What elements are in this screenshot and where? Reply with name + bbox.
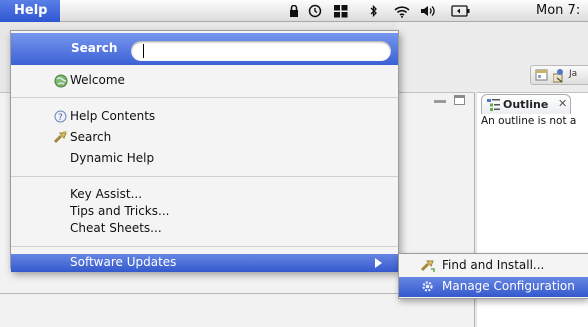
find-install-icon [420,259,435,275]
menu-item-help-contents[interactable]: ? Help Contents [11,108,398,126]
menu-bar: Help Mon 7: [0,0,588,22]
help-circle-icon: ? [54,110,67,126]
menu-item-label: Welcome [70,73,125,87]
close-icon[interactable]: ✕ [558,97,567,110]
tab-outline[interactable]: Outline ✕ [481,94,571,114]
text-caret [143,44,144,58]
submenu-item-manage-configuration[interactable]: Manage Configuration [399,277,588,297]
perspective-label: Ja [569,69,578,79]
perspective-switcher[interactable]: Ja [530,65,588,85]
minimize-icon[interactable] [434,100,446,103]
menu-separator [11,246,398,247]
submenu-item-find-and-install[interactable]: Find and Install... [399,256,588,276]
help-menu-dropdown: Search Welcome ? Help Contents Search Dy… [10,30,399,272]
menu-item-cheat-sheets[interactable]: Cheat Sheets... [11,220,398,238]
menu-item-label: Help Contents [70,109,156,123]
help-search-bar: Search [11,33,398,65]
wifi-icon[interactable] [393,0,411,22]
submenu-item-label: Manage Configuration [442,279,575,293]
menu-item-label: Search [70,130,112,144]
outline-tab-label: Outline [503,98,549,111]
menu-separator [11,176,398,177]
editor-window-controls [434,95,474,109]
search-flashlight-icon [53,130,68,147]
outline-message: An outline is not a [481,115,577,127]
battery-icon[interactable] [450,0,472,22]
volume-icon[interactable] [420,0,436,22]
menu-item-key-assist[interactable]: Key Assist... [11,186,398,204]
software-updates-submenu: Find and Install... Manage Configuration [398,253,588,299]
divider [0,293,400,294]
menu-item-label: Key Assist... [70,187,143,201]
search-input[interactable] [145,44,375,58]
lock-icon[interactable] [287,0,301,22]
menu-item-tips-and-tricks[interactable]: Tips and Tricks... [11,203,398,221]
menu-separator [11,97,398,98]
search-field-container[interactable] [131,41,391,61]
help-menu-title[interactable]: Help [0,0,60,22]
submenu-item-label: Find and Install... [442,258,545,272]
menu-item-label: Cheat Sheets... [70,221,162,235]
menu-item-label: Tips and Tricks... [70,204,170,218]
outline-icon [487,99,500,114]
search-label: Search [71,41,118,55]
gear-icon [421,280,434,296]
welcome-globe-icon [54,74,68,91]
menu-item-software-updates[interactable]: Software Updates [11,254,398,272]
menu-item-search[interactable]: Search [11,129,398,147]
spaces-icon[interactable] [333,0,349,22]
menu-item-label: Software Updates [70,255,177,269]
submenu-arrow-icon [375,258,382,268]
bluetooth-icon[interactable] [368,0,380,22]
menu-item-label: Dynamic Help [70,151,155,165]
menubar-clock[interactable]: Mon 7: [536,3,580,18]
time-machine-icon[interactable] [307,0,323,22]
menu-item-dynamic-help[interactable]: Dynamic Help [11,150,398,168]
maximize-icon[interactable] [454,95,465,105]
open-perspective-icon[interactable] [535,69,549,85]
java-perspective-icon[interactable] [552,68,567,86]
menu-item-welcome[interactable]: Welcome [11,72,398,90]
svg-text:?: ? [58,113,63,123]
